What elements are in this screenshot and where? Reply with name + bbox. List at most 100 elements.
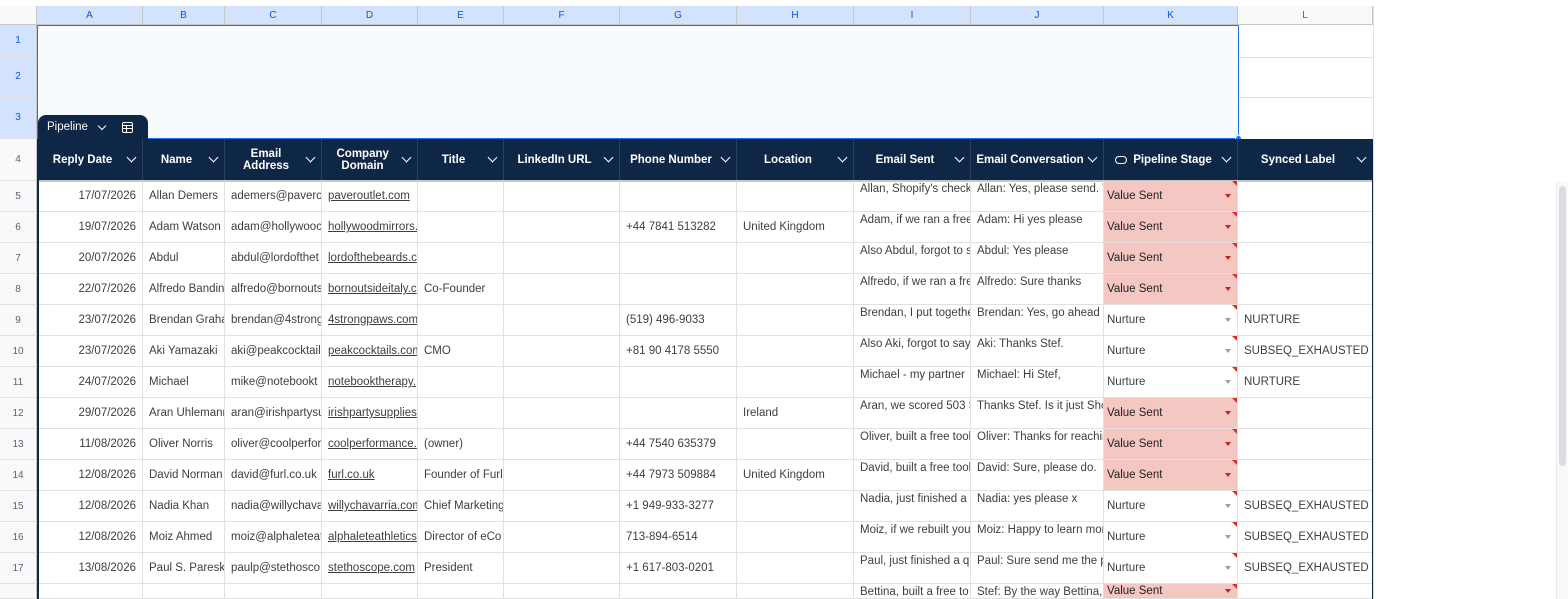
row-header-17[interactable]: 17: [0, 553, 37, 584]
cell-company-domain[interactable]: notebooktherapy.: [322, 367, 418, 398]
dropdown-arrow-icon[interactable]: [1225, 411, 1231, 415]
row-header-9[interactable]: 9: [0, 305, 37, 336]
pipeline-stage-dropdown[interactable]: Nurture: [1104, 305, 1238, 336]
pipeline-stage-dropdown[interactable]: Value Sent: [1104, 398, 1238, 429]
cell-company-domain[interactable]: bornoutsideitaly.c: [322, 274, 418, 305]
cell-company-domain[interactable]: hollywoodmirrors.: [322, 212, 418, 243]
chevron-down-icon[interactable]: [126, 152, 137, 163]
row-header-8[interactable]: 8: [0, 274, 37, 305]
pipeline-stage-dropdown[interactable]: Nurture: [1104, 553, 1238, 584]
chevron-down-icon[interactable]: [720, 152, 731, 163]
column-header-d[interactable]: D: [322, 6, 418, 25]
chevron-down-icon[interactable]: [603, 152, 614, 163]
cell-company-domain[interactable]: lordofthebeards.c: [322, 243, 418, 274]
pipeline-stage-dropdown[interactable]: Value Sent: [1104, 460, 1238, 491]
column-header-j[interactable]: J: [971, 6, 1104, 25]
row-header-7[interactable]: 7: [0, 243, 37, 274]
column-title-email-address[interactable]: Email Address: [225, 139, 322, 180]
column-title-company-domain[interactable]: Company Domain: [322, 139, 418, 180]
table-name-tab[interactable]: Pipeline: [38, 115, 148, 139]
dropdown-arrow-icon[interactable]: [1225, 589, 1231, 593]
row-header-4[interactable]: 4: [0, 139, 37, 181]
pipeline-stage-dropdown[interactable]: Nurture: [1104, 367, 1238, 398]
dropdown-arrow-icon[interactable]: [1225, 318, 1231, 322]
column-header-h[interactable]: H: [737, 6, 854, 25]
row-header-1[interactable]: 1: [0, 25, 37, 57]
chevron-down-icon[interactable]: [208, 152, 219, 163]
dropdown-arrow-icon[interactable]: [1225, 349, 1231, 353]
column-title-email-sent[interactable]: Email Sent: [854, 139, 971, 180]
column-header-b[interactable]: B: [143, 6, 225, 25]
chevron-down-icon[interactable]: [954, 152, 965, 163]
dropdown-arrow-icon[interactable]: [1225, 566, 1231, 570]
chevron-down-icon[interactable]: [1087, 152, 1098, 163]
column-title-title[interactable]: Title: [418, 139, 504, 180]
chevron-down-icon[interactable]: [487, 152, 498, 163]
row-header-6[interactable]: 6: [0, 212, 37, 243]
pipeline-stage-dropdown[interactable]: Value Sent: [1104, 212, 1238, 243]
row-header-partial[interactable]: [0, 584, 37, 599]
column-title-email-conversation[interactable]: Email Conversation: [971, 139, 1104, 180]
table-icon[interactable]: [121, 121, 133, 133]
chevron-down-icon[interactable]: [837, 152, 848, 163]
chevron-down-icon[interactable]: [401, 152, 412, 163]
chevron-down-icon[interactable]: [305, 152, 316, 163]
dropdown-arrow-icon[interactable]: [1225, 473, 1231, 477]
dropdown-arrow-icon[interactable]: [1225, 535, 1231, 539]
column-header-a[interactable]: A: [37, 6, 143, 25]
column-header-k[interactable]: K: [1104, 6, 1238, 25]
column-title-phone-number[interactable]: Phone Number: [620, 139, 737, 180]
row-header-15[interactable]: 15: [0, 491, 37, 522]
pipeline-stage-dropdown[interactable]: Value Sent: [1104, 274, 1238, 305]
row-header-13[interactable]: 13: [0, 429, 37, 460]
cell-company-domain[interactable]: paveroutlet.com: [322, 181, 418, 212]
row-header-12[interactable]: 12: [0, 398, 37, 429]
row-header-3[interactable]: 3: [0, 97, 37, 139]
pipeline-stage-dropdown[interactable]: Nurture: [1104, 336, 1238, 367]
dropdown-arrow-icon[interactable]: [1225, 256, 1231, 260]
pipeline-stage-dropdown[interactable]: Value Sent: [1104, 181, 1238, 212]
column-title-location[interactable]: Location: [737, 139, 854, 180]
column-header-e[interactable]: E: [418, 6, 504, 25]
chevron-down-icon[interactable]: [97, 121, 107, 130]
pipeline-stage-dropdown[interactable]: Value Sent: [1104, 429, 1238, 460]
cell-company-domain[interactable]: alphaleteathletics: [322, 522, 418, 553]
column-header-i[interactable]: I: [854, 6, 971, 25]
cell-company-domain[interactable]: willychavarria.com: [322, 491, 418, 522]
cell-company-domain[interactable]: furl.co.uk: [322, 460, 418, 491]
column-title-name[interactable]: Name: [143, 139, 225, 180]
dropdown-arrow-icon[interactable]: [1225, 380, 1231, 384]
dropdown-arrow-icon[interactable]: [1225, 287, 1231, 291]
column-header-g[interactable]: G: [620, 6, 737, 25]
column-header-f[interactable]: F: [504, 6, 620, 25]
vertical-scrollbar-thumb[interactable]: [1559, 186, 1566, 466]
chevron-down-icon[interactable]: [1356, 152, 1367, 163]
dropdown-arrow-icon[interactable]: [1225, 225, 1231, 229]
row-header-10[interactable]: 10: [0, 336, 37, 367]
column-header-l[interactable]: L: [1238, 6, 1373, 25]
row-header-2[interactable]: 2: [0, 57, 37, 97]
pipeline-stage-dropdown[interactable]: Value Sent: [1104, 243, 1238, 274]
cell-company-domain[interactable]: irishpartysupplies: [322, 398, 418, 429]
pipeline-stage-dropdown[interactable]: Value Sent: [1104, 584, 1238, 599]
dropdown-arrow-icon[interactable]: [1225, 194, 1231, 198]
pipeline-stage-dropdown[interactable]: Nurture: [1104, 491, 1238, 522]
chevron-down-icon[interactable]: [1221, 152, 1232, 163]
cell-company-domain[interactable]: stethoscope.com: [322, 553, 418, 584]
row-header-14[interactable]: 14: [0, 460, 37, 491]
cell-company-domain[interactable]: coolperformance.: [322, 429, 418, 460]
column-title-linkedin-url[interactable]: LinkedIn URL: [504, 139, 620, 180]
column-header-c[interactable]: C: [225, 6, 322, 25]
pipeline-stage-dropdown[interactable]: Nurture: [1104, 522, 1238, 553]
cell-company-domain[interactable]: peakcocktails.com: [322, 336, 418, 367]
dropdown-arrow-icon[interactable]: [1225, 504, 1231, 508]
row-header-16[interactable]: 16: [0, 522, 37, 553]
cell-company-domain[interactable]: 4strongpaws.com: [322, 305, 418, 336]
column-title-pipeline-stage[interactable]: Pipeline Stage: [1104, 139, 1238, 180]
row-header-5[interactable]: 5: [0, 181, 37, 212]
cell-company-domain[interactable]: [322, 584, 418, 599]
row-header-11[interactable]: 11: [0, 367, 37, 398]
column-title-reply-date[interactable]: Reply Date: [37, 139, 143, 180]
dropdown-arrow-icon[interactable]: [1225, 442, 1231, 446]
select-all-corner[interactable]: [0, 6, 37, 25]
